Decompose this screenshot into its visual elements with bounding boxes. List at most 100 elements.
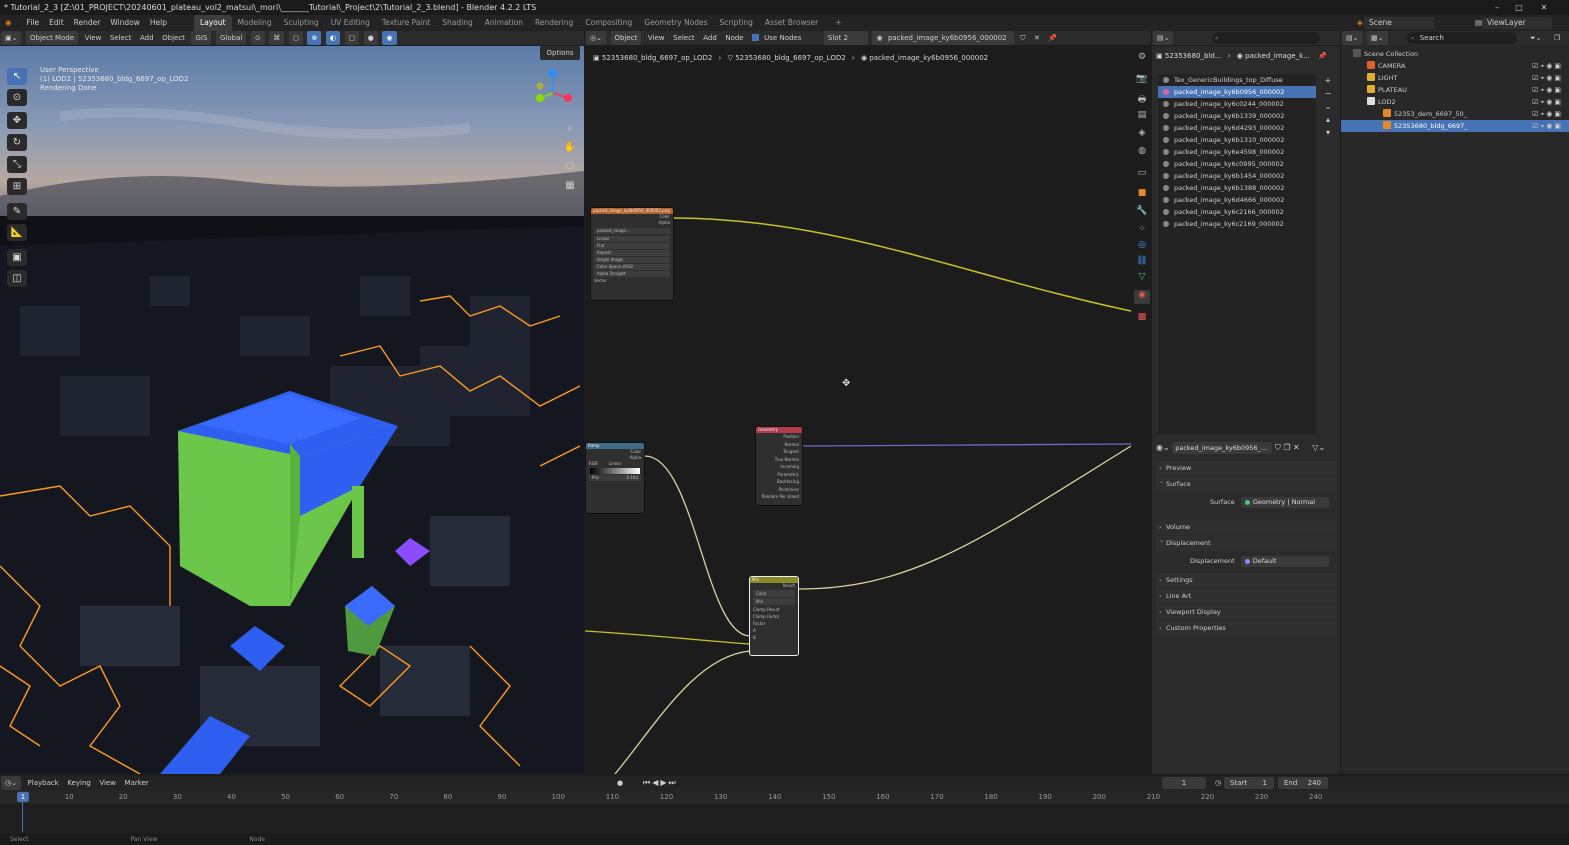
- playhead[interactable]: 1: [17, 792, 29, 802]
- material-tab-icon[interactable]: ◉: [1134, 290, 1150, 304]
- outliner-row-plateau[interactable]: PLATEAU ☑⌖◉▣: [1353, 84, 1569, 96]
- material-name-field[interactable]: packed_image_ky6b0956_...: [1172, 442, 1273, 454]
- menu-render[interactable]: Render: [69, 15, 106, 31]
- visibility-toggles-icon[interactable]: ☑⌖◉▣: [1532, 108, 1563, 120]
- particles-tab-icon[interactable]: ⁘: [1134, 224, 1150, 238]
- close-icon[interactable]: ✕: [1533, 0, 1555, 15]
- options-button[interactable]: Options: [540, 46, 580, 60]
- proportional-icon[interactable]: ○: [288, 31, 303, 45]
- ramp-interp[interactable]: Linear: [609, 461, 621, 466]
- geometry-out-tangent[interactable]: Tangent: [756, 448, 802, 456]
- cursor-tool-icon[interactable]: ⊙: [7, 89, 27, 106]
- outliner-row-light[interactable]: LIGHT ☑⌖◉▣: [1353, 72, 1569, 84]
- surface-panel[interactable]: Surface: [1156, 474, 1336, 492]
- visibility-toggles-icon[interactable]: ☑⌖◉▣: [1532, 120, 1563, 132]
- material-slot[interactable]: packed_image_ky6c0244_000002: [1158, 98, 1316, 110]
- workspace-tab-geometry-nodes[interactable]: Geometry Nodes: [638, 15, 713, 31]
- image-node-option[interactable]: Repeat: [594, 250, 670, 256]
- start-frame-field[interactable]: Start 1: [1224, 777, 1274, 789]
- pin-icon[interactable]: 📌: [1045, 31, 1060, 45]
- visibility-toggles-icon[interactable]: ☑⌖◉▣: [1532, 60, 1563, 72]
- transform-tool-icon[interactable]: ⊞: [7, 178, 27, 195]
- constraint-tab-icon[interactable]: ⛓: [1134, 256, 1150, 270]
- mix-row-a[interactable]: A: [750, 627, 798, 634]
- mix-row-mix[interactable]: Mix: [753, 598, 795, 605]
- menu-help[interactable]: Help: [145, 15, 172, 31]
- gizmo-toggle-icon[interactable]: ⊕: [307, 31, 322, 45]
- workspace-tab-modeling[interactable]: Modeling: [232, 15, 278, 31]
- outliner-search[interactable]: ⌕ Search: [1407, 32, 1517, 44]
- solid-shading-icon[interactable]: ●: [363, 31, 378, 45]
- mat-duplicate-icon[interactable]: ❐: [1283, 443, 1290, 452]
- mat-fake-user-icon[interactable]: ⛉: [1275, 443, 1281, 452]
- scene-tab-icon[interactable]: ◈: [1134, 128, 1150, 142]
- mix-row-clamp-result[interactable]: Clamp Result: [750, 606, 798, 613]
- annotate-tool-icon[interactable]: ✎: [7, 203, 27, 220]
- material-slot[interactable]: packed_image_ky6d4293_000002: [1158, 122, 1316, 134]
- object-tab-icon[interactable]: ■: [1134, 188, 1150, 202]
- 3d-viewport[interactable]: User Perspective (1) LOD2 | 52353680_bld…: [0, 46, 584, 774]
- props-pin-icon[interactable]: 📌: [1318, 52, 1327, 60]
- workspace-tab-shading[interactable]: Shading: [436, 15, 478, 31]
- ramp-pos-value[interactable]: 0.164: [627, 475, 638, 481]
- image-datablock[interactable]: packed_image...: [594, 228, 670, 234]
- material-slot[interactable]: packed_image_ky6b1388_000002: [1158, 182, 1316, 194]
- rendered-shading-icon[interactable]: ◉: [382, 31, 397, 45]
- menu-edit[interactable]: Edit: [44, 15, 69, 31]
- mix-row-b[interactable]: B: [750, 634, 798, 641]
- add-mesh-tool-icon[interactable]: ◫: [7, 270, 27, 287]
- world-tab-icon[interactable]: ◍: [1134, 146, 1150, 160]
- end-frame-field[interactable]: End 240: [1278, 777, 1328, 789]
- select-tool-icon[interactable]: ↖: [7, 68, 27, 85]
- display-mode-icon[interactable]: ▦⌄: [1367, 31, 1388, 45]
- workspace-tab-animation[interactable]: Animation: [479, 15, 529, 31]
- timeline-editor-icon[interactable]: ◷⌄: [1, 776, 21, 790]
- new-collection-icon[interactable]: ❐: [1551, 31, 1563, 45]
- node-select-menu[interactable]: Select: [670, 31, 698, 45]
- geometry-out-normal[interactable]: Normal: [756, 441, 802, 449]
- workspace-tab-compositing[interactable]: Compositing: [579, 15, 638, 31]
- scene-selector[interactable]: Scene: [1364, 17, 1434, 29]
- ramp-mode[interactable]: RGB: [589, 461, 598, 466]
- view-layer-tab-icon[interactable]: ▤: [1134, 110, 1150, 124]
- viewport-display-panel[interactable]: Viewport Display: [1156, 605, 1336, 620]
- xray-icon[interactable]: ▢: [344, 31, 360, 45]
- pivot-icon[interactable]: ⊙: [250, 31, 265, 45]
- outliner-editor-icon[interactable]: ▤⌄: [1342, 31, 1363, 45]
- geometry-node[interactable]: Geometry Position Normal Tangent True Norma…: [755, 426, 803, 506]
- zoom-icon[interactable]: ⌕: [561, 119, 579, 138]
- data-tab-icon[interactable]: ▽: [1134, 272, 1150, 286]
- workspace-tab-scripting[interactable]: Scripting: [714, 15, 759, 31]
- texture-tab-icon[interactable]: ▩: [1134, 312, 1150, 326]
- ramp-gradient[interactable]: [590, 468, 640, 474]
- outliner-row-52353680-bldg-6697-[interactable]: 52353680_bldg_6697_ ☑⌖◉▣: [1341, 120, 1569, 132]
- volume-panel[interactable]: Volume: [1156, 520, 1336, 535]
- move-tool-icon[interactable]: ✥: [7, 112, 27, 129]
- settings-panel[interactable]: Settings: [1156, 573, 1336, 588]
- node-editor-canvas[interactable]: ▣ 52353680_bldg_6697_op_LOD2 › ▽ 5235368…: [585, 46, 1131, 774]
- visibility-toggles-icon[interactable]: ☑⌖◉▣: [1532, 96, 1563, 108]
- material-slot[interactable]: packed_image_ky6c0995_000002: [1158, 158, 1316, 170]
- color-ramp-node[interactable]: Ramp Color Alpha RGB Linear Pos 0.164: [585, 442, 645, 514]
- mix-row-factor[interactable]: Factor: [750, 620, 798, 627]
- select-menu[interactable]: Select: [107, 31, 135, 45]
- material-slot[interactable]: packed_image_ky6c2166_000002: [1158, 206, 1316, 218]
- image-node-option[interactable]: Vector: [591, 278, 673, 284]
- props-object[interactable]: 52353680_bld...: [1165, 52, 1222, 60]
- viewlayer-selector[interactable]: ViewLayer: [1482, 17, 1552, 29]
- playback-menu[interactable]: Playback: [25, 776, 62, 790]
- marker-menu[interactable]: Marker: [122, 776, 152, 790]
- line-art-panel[interactable]: Line Art: [1156, 589, 1336, 604]
- mat-unlink-icon[interactable]: ✕: [1293, 443, 1300, 452]
- current-frame-field[interactable]: 1: [1162, 777, 1206, 789]
- properties-editor-icon[interactable]: ▤⌄: [1153, 31, 1174, 45]
- custom-properties-panel[interactable]: Custom Properties: [1156, 621, 1336, 636]
- auto-key-icon[interactable]: ●: [614, 776, 626, 790]
- props-material[interactable]: packed_image_k...: [1245, 52, 1310, 60]
- preview-panel[interactable]: Preview: [1156, 461, 1336, 476]
- visibility-toggles-icon[interactable]: ☑⌖◉▣: [1532, 72, 1563, 84]
- unlink-material-icon[interactable]: ✕: [1031, 31, 1043, 45]
- add-slot-icon[interactable]: +: [1322, 74, 1334, 87]
- workspace-tab-texture-paint[interactable]: Texture Paint: [376, 15, 436, 31]
- mix-node[interactable]: Mix Result Color Mix Clamp Result Clamp Fac…: [749, 576, 799, 656]
